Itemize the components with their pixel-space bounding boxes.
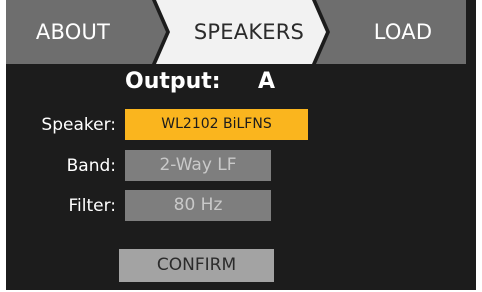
tab-bar: ABOUT SPEAKERS LOAD [6, 0, 476, 64]
confirm-button[interactable]: CONFIRM [119, 249, 274, 282]
band-select[interactable]: 2-Way LF [125, 150, 271, 181]
tab-speakers[interactable]: SPEAKERS [164, 0, 334, 64]
speaker-label: Speaker: [41, 115, 116, 135]
output-value: A [258, 69, 276, 94]
output-label: Output: [125, 69, 221, 94]
speaker-setup-screen: ABOUT SPEAKERS LOAD Output: A Speaker: W… [6, 0, 476, 290]
speaker-select[interactable]: WL2102 BiLFNS [125, 109, 308, 140]
tab-about[interactable]: ABOUT [6, 0, 140, 64]
filter-label: Filter: [68, 196, 116, 216]
band-label: Band: [66, 156, 116, 176]
tab-load[interactable]: LOAD [338, 0, 468, 64]
filter-select[interactable]: 80 Hz [125, 190, 271, 221]
